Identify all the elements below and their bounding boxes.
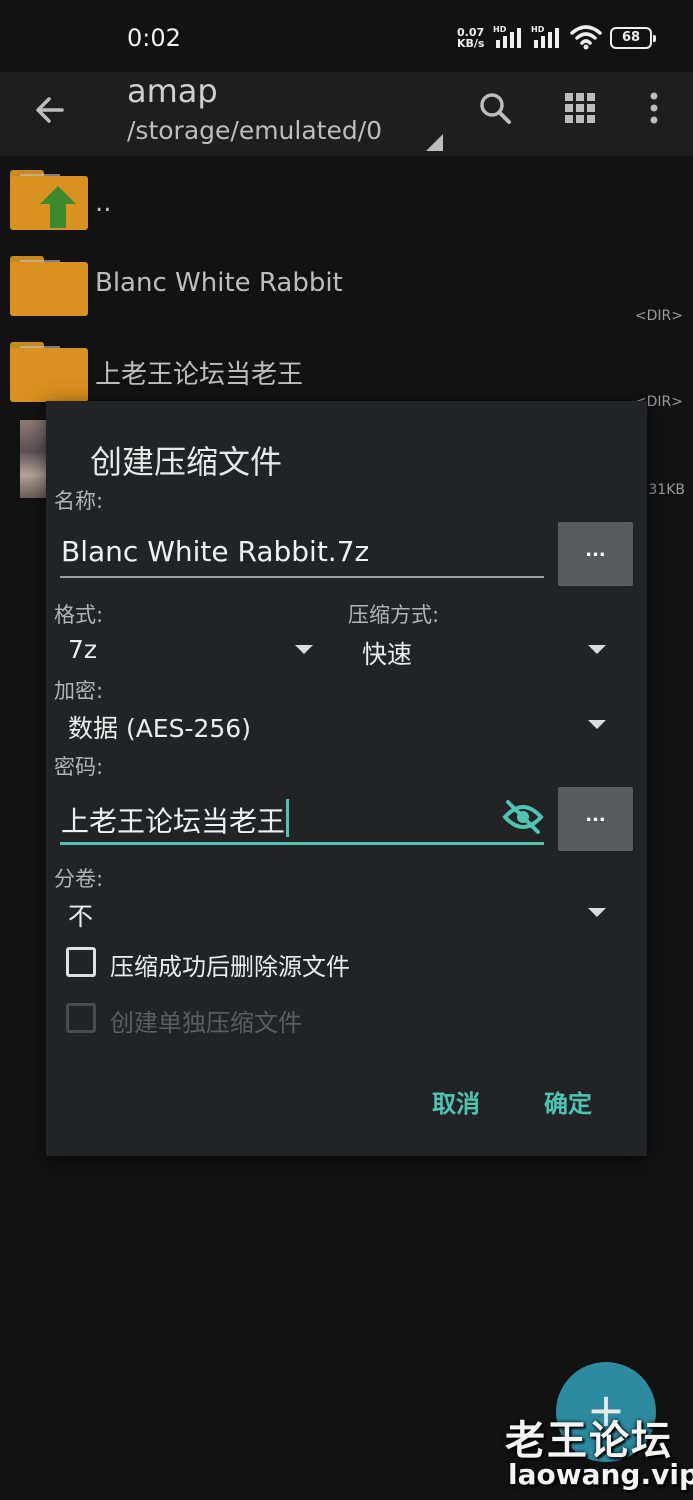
format-select[interactable]: 7z xyxy=(68,635,97,664)
file-name: Blanc White Rabbit xyxy=(95,268,343,298)
folder-icon xyxy=(10,342,88,402)
file-row-parent[interactable]: .. xyxy=(0,160,693,246)
format-label: 格式: xyxy=(54,603,104,627)
split-label: 分卷: xyxy=(54,867,104,891)
separate-archives-label: 创建单独压缩文件 xyxy=(110,1009,302,1037)
back-arrow-icon[interactable] xyxy=(30,90,70,130)
file-row-folder[interactable]: Blanc White Rabbit <DIR> xyxy=(0,246,693,332)
search-icon[interactable] xyxy=(475,88,515,128)
folder-icon xyxy=(10,256,88,316)
dialog-title: 创建压缩文件 xyxy=(90,443,283,481)
visibility-off-icon[interactable] xyxy=(502,799,544,835)
watermark-url: laowang.vip xyxy=(508,1458,693,1491)
name-label: 名称: xyxy=(54,489,104,513)
password-text: 上老王论坛当老王 xyxy=(61,805,286,838)
status-time: 0:02 xyxy=(127,24,181,52)
encryption-label: 加密: xyxy=(54,679,104,703)
wifi-icon xyxy=(570,25,602,50)
text-cursor xyxy=(286,799,290,837)
create-archive-dialog: 创建压缩文件 名称: Blanc White Rabbit.7z ... 格式:… xyxy=(46,401,647,1156)
app-toolbar: amap /storage/emulated/0 xyxy=(0,72,693,156)
more-vert-icon[interactable] xyxy=(634,88,674,128)
up-arrow-icon xyxy=(40,186,76,228)
password-underline xyxy=(60,842,544,845)
net-speed: 0.07 KB/s xyxy=(457,27,484,49)
delete-source-label[interactable]: 压缩成功后删除源文件 xyxy=(110,947,350,982)
split-caret-icon[interactable] xyxy=(588,908,606,917)
signal-icon-1 xyxy=(496,28,521,48)
split-select[interactable]: 不 xyxy=(68,897,93,933)
status-bar: 0:02 0.07 KB/s HD HD 68 xyxy=(0,0,693,72)
separate-archives-checkbox xyxy=(66,1003,96,1033)
browse-button[interactable]: ... xyxy=(558,522,633,586)
password-label: 密码: xyxy=(54,755,104,779)
grid-view-icon[interactable] xyxy=(560,88,600,128)
password-input[interactable]: 上老王论坛当老王 xyxy=(61,799,290,840)
file-name: 上老王论坛当老王 xyxy=(95,360,304,390)
method-label: 压缩方式: xyxy=(348,603,440,627)
net-speed-unit: KB/s xyxy=(457,37,485,50)
password-more-button[interactable]: ... xyxy=(558,787,633,851)
encryption-caret-icon[interactable] xyxy=(588,720,606,729)
method-caret-icon[interactable] xyxy=(588,645,606,654)
folder-up-icon xyxy=(10,170,88,230)
dir-tag: <DIR> xyxy=(634,308,683,324)
toolbar-path[interactable]: /storage/emulated/0 xyxy=(127,116,382,145)
path-dropdown-icon[interactable] xyxy=(426,134,443,151)
file-name: .. xyxy=(95,188,112,218)
archive-name-input[interactable]: Blanc White Rabbit.7z xyxy=(61,535,369,568)
format-caret-icon[interactable] xyxy=(295,645,313,654)
signal-icon-2 xyxy=(534,28,559,48)
encryption-select[interactable]: 数据 (AES-256) xyxy=(68,709,251,745)
toolbar-title: amap xyxy=(127,72,218,110)
delete-source-checkbox[interactable] xyxy=(66,947,96,977)
ok-button[interactable]: 确定 xyxy=(544,1084,592,1119)
cancel-button[interactable]: 取消 xyxy=(432,1084,480,1119)
battery-indicator: 68 xyxy=(610,27,656,49)
image-thumbnail[interactable] xyxy=(20,420,46,498)
method-select[interactable]: 快速 xyxy=(362,635,412,671)
file-size: 31KB xyxy=(648,482,685,498)
archive-name-underline xyxy=(60,576,544,578)
